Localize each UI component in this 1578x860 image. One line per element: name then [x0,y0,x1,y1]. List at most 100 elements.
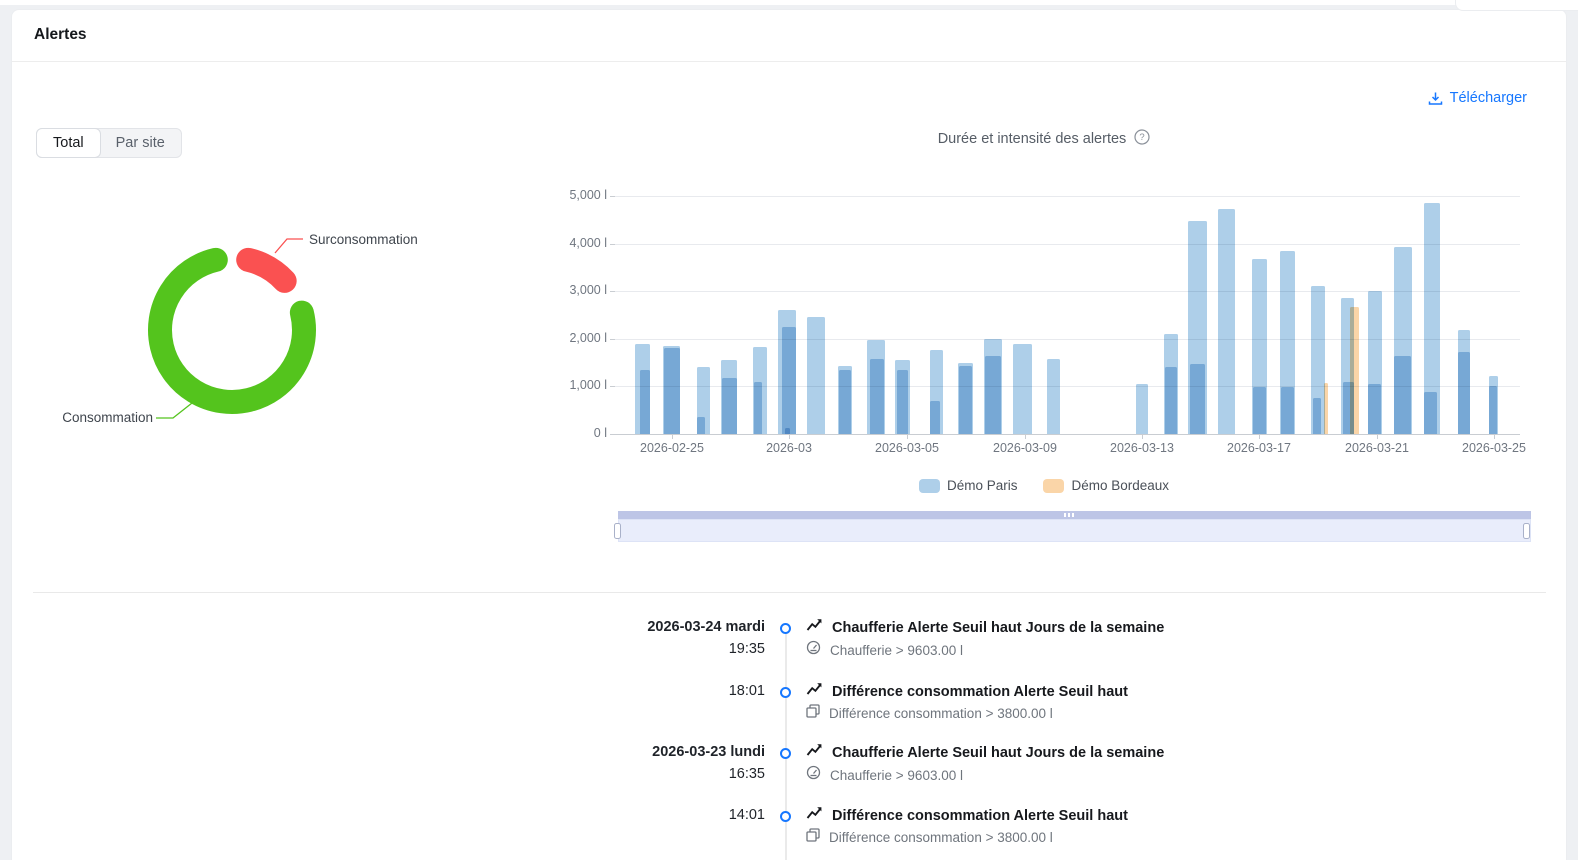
alert-detail-row: Chaufferie > 9603.00 l [806,765,1164,786]
alert-title: Différence consommation Alerte Seuil hau… [832,682,1128,703]
donut-callout-line-consommation [156,403,192,418]
x-axis-label: 2026-03-17 [1204,441,1314,455]
alert-bar-demo-paris[interactable] [930,401,940,434]
timeline-dot [780,623,791,634]
alert-bar-demo-paris[interactable] [722,378,737,434]
alert-row[interactable]: 18:01 Différence consommation Alerte Seui… [0,681,1578,737]
alert-bar-demo-paris[interactable] [870,359,884,434]
tab-par-site[interactable]: Par site [100,129,181,157]
alert-bar-demo-paris[interactable] [1394,356,1411,435]
topright-overlay-box [1455,0,1578,11]
x-axis-tick [672,434,673,439]
bar-chart-legend: Démo Paris Démo Bordeaux [590,478,1498,493]
alert-bar-demo-paris[interactable] [807,317,825,434]
alert-title-row: Différence consommation Alerte Seuil hau… [806,681,1128,703]
legend-item-p[interactable]: Démo Paris [919,478,1018,493]
donut-slice-surconsommation[interactable] [248,260,284,281]
alert-title-row: Différence consommation Alerte Seuil hau… [806,805,1128,827]
svg-text:?: ? [1140,132,1145,143]
datazoom-right-handle[interactable] [1523,523,1530,539]
alert-bar-demo-paris[interactable] [1313,398,1321,434]
alert-row[interactable]: 2026-03-24 mardi19:35Chaufferie Alerte S… [0,617,1578,673]
tab-total[interactable]: Total [36,128,101,158]
alert-bar-demo-paris[interactable] [697,417,705,434]
datazoom-move-handle[interactable] [618,511,1531,519]
x-axis-tick [1377,434,1378,439]
alert-row[interactable]: 2026-03-23 lundi16:35 Chaufferie Alerte S… [0,742,1578,798]
alert-row[interactable]: 14:01Différence consommation Alerte Seui… [0,805,1578,860]
alert-bar-demo-paris[interactable] [1047,359,1060,434]
trending-up-icon [806,617,823,639]
alert-title: Chaufferie Alerte Seuil haut Jours de la… [832,743,1164,764]
donut-label-surconsommation: Surconsommation [309,232,418,247]
alert-time: 18:01 [729,681,765,703]
legend-swatch [1043,479,1064,493]
alert-time: 16:35 [652,764,765,786]
diff-icon [806,704,820,724]
datazoom-grip-icon[interactable] [1064,513,1074,517]
alert-detail-row: Différence consommation > 3800.00 l [806,828,1128,848]
legend-item-b[interactable]: Démo Bordeaux [1043,478,1169,493]
alert-bar-demo-paris[interactable] [1489,386,1497,434]
y-axis-label: 3,000 l [527,283,607,297]
legend-swatch [919,479,940,493]
alert-bar-demo-paris[interactable] [664,348,680,434]
trending-up-icon [806,742,823,764]
alert-bar-demo-paris[interactable] [1136,384,1148,434]
alert-bar-demo-bordeaux[interactable] [1350,307,1359,434]
alert-bar-demo-paris[interactable] [1253,387,1266,434]
y-axis-tick [610,244,615,245]
alert-bar-demo-paris[interactable] [985,356,1001,434]
alert-bar-demo-paris[interactable] [782,327,796,434]
y-axis-tick [610,434,615,435]
alert-content: Différence consommation Alerte Seuil hau… [806,681,1128,724]
gridline [615,196,1520,197]
alert-bar-demo-paris[interactable] [1424,392,1437,434]
gridline [615,244,1520,245]
donut-label-consommation: Consommation [62,410,153,425]
alert-bar-demo-paris[interactable] [897,370,908,434]
alerts-dashboard: Alertes Télécharger Total Par site Surco… [0,0,1578,860]
consumption-donut-chart: Surconsommation Consommation [0,195,500,465]
alert-title: Différence consommation Alerte Seuil hau… [832,806,1128,827]
alert-bar-demo-bordeaux[interactable] [1324,383,1328,434]
y-axis-tick [610,386,615,387]
alert-bar-demo-paris[interactable] [1458,352,1470,434]
datazoom-selected-area[interactable] [618,519,1531,542]
alert-bar-demo-paris[interactable] [1190,364,1205,434]
datazoom-left-handle[interactable] [614,523,621,539]
bar-chart-plot-area [615,196,1520,435]
alert-content: Chaufferie Alerte Seuil haut Jours de la… [806,742,1164,786]
alert-time: 19:35 [647,639,765,661]
y-axis-label: 1,000 l [527,378,607,392]
alert-bar-demo-paris[interactable] [1013,344,1032,434]
alert-bar-demo-paris[interactable] [959,366,972,434]
alert-title: Chaufferie Alerte Seuil haut Jours de la… [832,618,1164,639]
trending-up-icon [806,805,823,827]
download-button[interactable]: Télécharger [1428,90,1527,106]
alert-content: Chaufferie Alerte Seuil haut Jours de la… [806,617,1164,661]
y-axis-label: 2,000 l [527,331,607,345]
alert-bar-demo-paris[interactable] [1281,387,1294,434]
view-mode-tabs: Total Par site [36,128,182,158]
alert-content: Différence consommation Alerte Seuil hau… [806,805,1128,848]
alert-datetime: 2026-03-23 lundi16:35 [652,742,765,785]
alert-bar-demo-paris[interactable] [1218,209,1235,434]
alert-bar-demo-paris[interactable] [1368,384,1381,434]
alert-bar-demo-paris[interactable] [839,370,851,434]
alert-detail: Différence consommation > 3800.00 l [829,704,1053,724]
alert-bar-demo-paris[interactable] [754,382,762,434]
x-axis-tick [1494,434,1495,439]
diff-icon [806,828,820,848]
alert-detail-row: Différence consommation > 3800.00 l [806,704,1128,724]
header-divider [12,61,1566,62]
trending-up-icon [806,681,823,703]
alert-bar-demo-paris[interactable] [1165,367,1177,434]
x-axis-label: 2026-03-25 [1439,441,1549,455]
help-icon[interactable]: ? [1134,129,1150,149]
timeline-dot [780,811,791,822]
y-axis-label: 5,000 l [527,188,607,202]
timeline-dot [780,748,791,759]
alert-bar-demo-paris[interactable] [640,370,650,434]
x-axis-tick [1025,434,1026,439]
